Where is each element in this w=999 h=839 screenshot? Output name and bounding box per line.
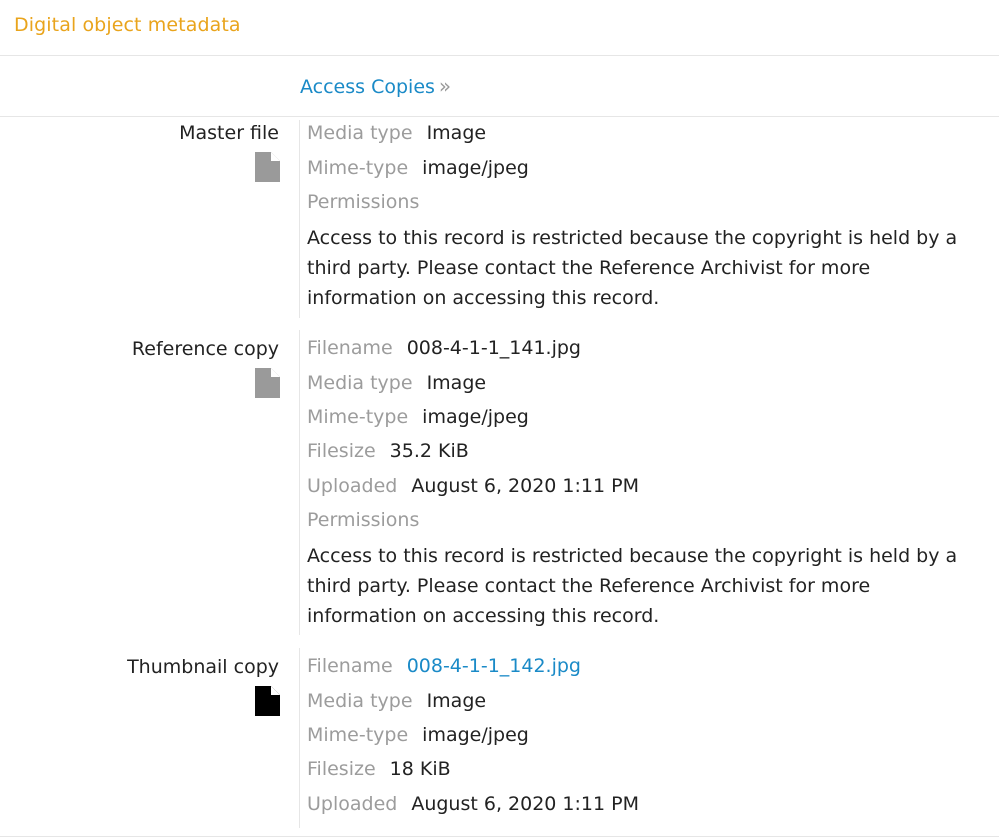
reference-permissions-label: Permissions	[307, 509, 420, 531]
thumbnail-media-type-field: Media type Image	[307, 690, 486, 712]
field-key: Mime-type	[307, 406, 409, 428]
thumbnail-filename-field: Filename 008-4-1-1_142.jpg	[307, 655, 581, 677]
field-key: Filesize	[307, 440, 376, 462]
field-key: Filename	[307, 655, 393, 677]
double-chevron-right-icon: »	[438, 74, 451, 98]
section-title: Digital object metadata	[14, 14, 241, 36]
thumbnail-filesize-field: Filesize 18 KiB	[307, 758, 451, 780]
field-key: Mime-type	[307, 724, 409, 746]
thumbnail-filename-link[interactable]: 008-4-1-1_142.jpg	[407, 655, 581, 677]
reference-copy-label: Reference copy	[131, 338, 279, 360]
reference-filesize-field: Filesize 35.2 KiB	[307, 440, 469, 462]
divider	[0, 116, 999, 117]
thumbnail-copy-label: Thumbnail copy	[127, 656, 279, 678]
master-file-label: Master file	[179, 122, 279, 144]
field-key: Media type	[307, 122, 413, 144]
file-icon	[255, 152, 280, 182]
field-key: Filename	[307, 337, 393, 359]
field-value: August 6, 2020 1:11 PM	[411, 793, 639, 815]
field-key: Uploaded	[307, 793, 398, 815]
reference-mime-field: Mime-type image/jpeg	[307, 406, 529, 428]
divider	[299, 648, 300, 828]
master-mime-field: Mime-type image/jpeg	[307, 157, 529, 179]
field-key: Filesize	[307, 758, 376, 780]
field-value: Image	[426, 372, 487, 394]
master-permissions-text: Access to this record is restricted beca…	[307, 227, 958, 309]
field-value: image/jpeg	[422, 724, 529, 746]
reference-uploaded-field: Uploaded August 6, 2020 1:11 PM	[307, 475, 639, 497]
access-copies-label[interactable]: Access Copies	[300, 76, 435, 98]
field-value: Image	[426, 122, 487, 144]
master-permissions-label: Permissions	[307, 191, 420, 213]
field-key: Mime-type	[307, 157, 409, 179]
field-value: image/jpeg	[422, 406, 529, 428]
file-icon	[255, 686, 280, 716]
field-key: Media type	[307, 372, 413, 394]
access-copies-link[interactable]: Access Copies»	[300, 74, 451, 98]
master-media-type-field: Media type Image	[307, 122, 486, 144]
field-value: 35.2 KiB	[389, 440, 469, 462]
thumbnail-uploaded-field: Uploaded August 6, 2020 1:11 PM	[307, 793, 639, 815]
file-icon	[255, 368, 280, 398]
field-key: Media type	[307, 690, 413, 712]
thumbnail-mime-field: Mime-type image/jpeg	[307, 724, 529, 746]
divider	[299, 120, 300, 318]
field-key: Uploaded	[307, 475, 398, 497]
field-value: Image	[426, 690, 487, 712]
field-value: 18 KiB	[389, 758, 451, 780]
field-value: 008-4-1-1_141.jpg	[406, 337, 581, 359]
reference-filename-field: Filename 008-4-1-1_141.jpg	[307, 337, 581, 359]
field-value: image/jpeg	[422, 157, 529, 179]
divider	[0, 836, 999, 837]
divider	[0, 55, 999, 56]
divider	[299, 330, 300, 635]
reference-media-type-field: Media type Image	[307, 372, 486, 394]
reference-permissions-text: Access to this record is restricted beca…	[307, 545, 958, 627]
field-value: August 6, 2020 1:11 PM	[411, 475, 639, 497]
